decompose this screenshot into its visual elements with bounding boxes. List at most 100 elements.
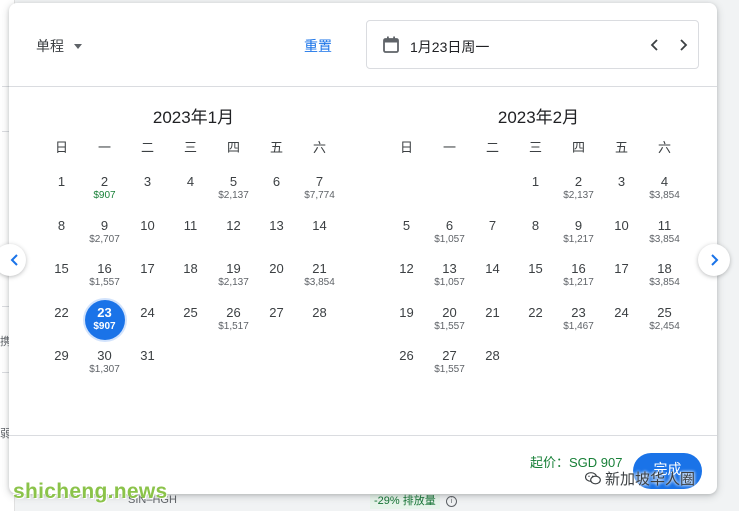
day-price: $2,137 [218, 277, 249, 288]
day-cell[interactable]: 22 [514, 298, 557, 342]
day-cell[interactable]: 14 [471, 254, 514, 298]
day-cell[interactable]: 27 $1,557 [428, 341, 471, 385]
day-cell[interactable]: 17 [600, 254, 643, 298]
day-number: 30 [97, 348, 112, 363]
reset-button[interactable]: 重置 [304, 36, 332, 56]
next-day-button[interactable] [672, 34, 694, 56]
day-cell[interactable]: 13 [255, 211, 298, 255]
info-icon[interactable]: i [446, 496, 457, 507]
day-cell[interactable]: 9 $1,217 [557, 211, 600, 255]
day-cell[interactable]: 28 [298, 298, 341, 342]
day-cell[interactable]: 2 $907 [83, 167, 126, 211]
day-cell[interactable]: 21 $3,854 [298, 254, 341, 298]
day-cell[interactable]: 7 $7,774 [298, 167, 341, 211]
day-cell[interactable]: 4 $3,854 [643, 167, 686, 211]
day-cell[interactable]: 15 [40, 254, 83, 298]
day-cell[interactable]: 28 [471, 341, 514, 385]
day-price: $1,467 [563, 320, 594, 332]
day-cell[interactable]: 5 [385, 211, 428, 255]
day-number: 20 [442, 304, 457, 320]
day-number: 3 [617, 174, 626, 189]
day-cell[interactable]: 6 [255, 167, 298, 211]
day-cell[interactable]: 20 $1,557 [428, 298, 471, 342]
day-cell[interactable]: 7 [471, 211, 514, 255]
day-cell[interactable]: 4 [169, 167, 212, 211]
day-number: 6 [445, 217, 454, 233]
day-cell[interactable]: 1 [514, 167, 557, 211]
day-cell[interactable]: 24 [126, 298, 169, 342]
day-cell[interactable]: 27 [255, 298, 298, 342]
day-number: 21 [312, 261, 327, 276]
day-cell[interactable]: 9 $2,707 [83, 211, 126, 255]
weekday-label: 三 [528, 140, 542, 155]
day-number: 17 [140, 261, 155, 276]
day-cell[interactable]: 6 $1,057 [428, 211, 471, 255]
weekday-label: 三 [183, 140, 197, 155]
day-price: $1,557 [434, 320, 465, 332]
day-price: $2,137 [218, 190, 249, 201]
day-number: 17 [614, 261, 629, 276]
day-cell[interactable]: 1 [40, 167, 83, 211]
day-cell[interactable]: 30 $1,307 [83, 341, 126, 385]
day-cell[interactable]: 5 $2,137 [212, 167, 255, 211]
weekday-label: 五 [614, 140, 628, 155]
weekday-label: 二 [485, 140, 499, 155]
day-cell[interactable]: 18 $3,854 [643, 254, 686, 298]
empty-day-cell [428, 167, 471, 211]
day-cell[interactable]: 8 [40, 211, 83, 255]
day-cell[interactable]: 29 [40, 341, 83, 385]
day-cell[interactable]: 19 [385, 298, 428, 342]
footer-divider [9, 435, 717, 436]
day-cell-selected[interactable]: 23 $907 [83, 298, 126, 342]
day-number: 27 [442, 348, 457, 363]
previous-day-button[interactable] [644, 34, 666, 56]
day-cell[interactable]: 12 [385, 254, 428, 298]
day-cell[interactable]: 26 [385, 341, 428, 385]
weekday-label: 一 [97, 140, 111, 155]
next-month-button[interactable] [698, 244, 730, 276]
day-cell[interactable]: 21 [471, 298, 514, 342]
day-cell[interactable]: 18 [169, 254, 212, 298]
day-price: $3,854 [304, 277, 335, 288]
departure-date-field[interactable]: 1月23日周一 [366, 20, 699, 69]
day-cell[interactable]: 15 [514, 254, 557, 298]
day-cell[interactable]: 16 $1,217 [557, 254, 600, 298]
day-cell[interactable]: 24 [600, 298, 643, 342]
day-cell[interactable]: 19 $2,137 [212, 254, 255, 298]
day-cell[interactable]: 26 $1,517 [212, 298, 255, 342]
day-number: 22 [54, 304, 69, 320]
day-cell[interactable]: 20 [255, 254, 298, 298]
calendar-icon [383, 36, 399, 53]
day-cell[interactable]: 8 [514, 211, 557, 255]
day-price: $1,557 [89, 277, 120, 288]
day-cell[interactable]: 23 $1,467 [557, 298, 600, 342]
day-cell[interactable]: 3 [126, 167, 169, 211]
day-number: 5 [229, 174, 238, 189]
day-price: $3,854 [649, 190, 680, 201]
watermark-left: shicheng.news [13, 480, 168, 503]
day-cell[interactable]: 3 [600, 167, 643, 211]
weekday-label: 六 [312, 140, 326, 155]
day-cell[interactable]: 10 [126, 211, 169, 255]
day-cell[interactable]: 25 [169, 298, 212, 342]
day-price: $1,057 [434, 277, 465, 288]
trip-type-dropdown[interactable]: 单程 [36, 36, 82, 56]
trip-type-label: 单程 [36, 38, 64, 54]
day-cell[interactable]: 14 [298, 211, 341, 255]
day-cell[interactable]: 13 $1,057 [428, 254, 471, 298]
day-cell[interactable]: 2 $2,137 [557, 167, 600, 211]
day-price: $2,454 [649, 320, 680, 332]
day-cell[interactable]: 12 [212, 211, 255, 255]
day-cell[interactable]: 11 $3,854 [643, 211, 686, 255]
day-number: 10 [140, 217, 155, 233]
day-cell[interactable]: 22 [40, 298, 83, 342]
day-cell[interactable]: 25 $2,454 [643, 298, 686, 342]
day-cell[interactable]: 10 [600, 211, 643, 255]
day-cell[interactable]: 31 [126, 341, 169, 385]
day-cell[interactable]: 16 $1,557 [83, 254, 126, 298]
day-cell[interactable]: 11 [169, 211, 212, 255]
day-price: $3,854 [649, 277, 680, 288]
day-number: 4 [186, 174, 195, 189]
day-cell[interactable]: 17 [126, 254, 169, 298]
day-number: 24 [140, 304, 155, 320]
